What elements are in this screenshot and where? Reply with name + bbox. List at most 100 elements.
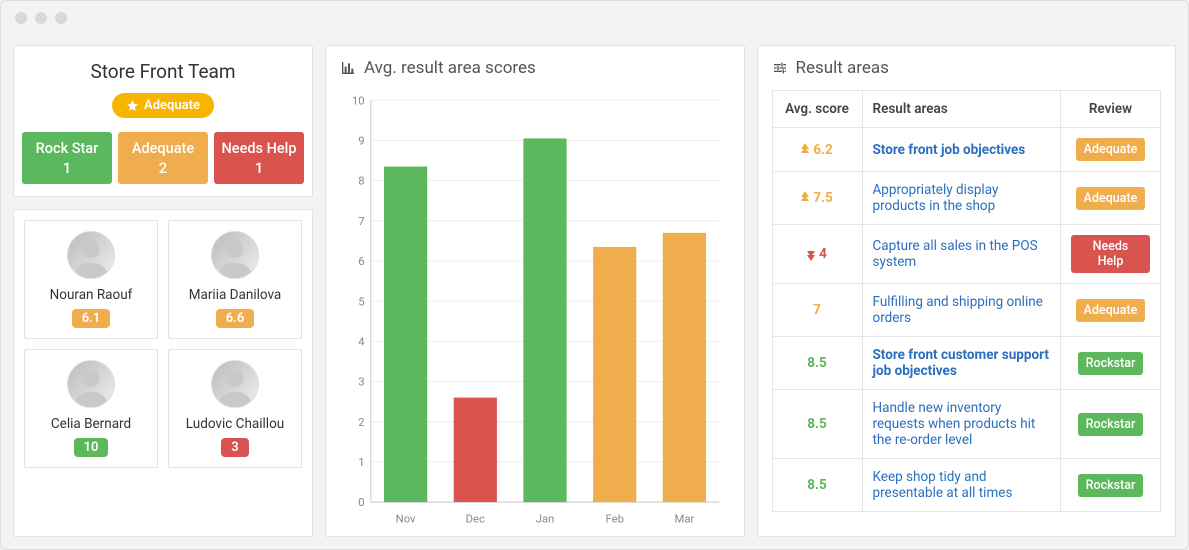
- table-row: 6.2 Store front job objectives Adequate: [772, 128, 1161, 172]
- chart-bar[interactable]: [663, 233, 706, 502]
- status-box[interactable]: Needs Help 1: [214, 132, 304, 184]
- left-column: Store Front Team Adequate Rock Star1Adeq…: [13, 45, 313, 537]
- result-area-link[interactable]: Keep shop tidy and presentable at all ti…: [873, 469, 1013, 501]
- person-name: Celia Bernard: [29, 416, 153, 432]
- window-title-bar: [1, 1, 1188, 35]
- row-review: Rockstar: [1061, 390, 1161, 459]
- svg-text:9: 9: [358, 135, 364, 148]
- team-overall-badge[interactable]: Adequate: [112, 93, 214, 118]
- result-area-link[interactable]: Handle new inventory requests when produ…: [873, 400, 1036, 448]
- row-result-area: Handle new inventory requests when produ…: [862, 390, 1061, 459]
- svg-text:7: 7: [358, 215, 364, 228]
- bar-chart-icon: [340, 60, 356, 76]
- row-avg-score: 7.5: [772, 172, 862, 225]
- row-avg-score: 8.5: [772, 390, 862, 459]
- chart-area: 012345678910NovDecJanFebMar: [326, 90, 744, 541]
- avatar: [211, 360, 259, 408]
- status-count: 1: [218, 159, 300, 179]
- svg-text:1: 1: [358, 456, 364, 469]
- col-review[interactable]: Review: [1061, 91, 1161, 128]
- person-name: Ludovic Chaillou: [173, 416, 297, 432]
- row-result-area: Fulfilling and shipping online orders: [862, 284, 1061, 337]
- app-window: Store Front Team Adequate Rock Star1Adeq…: [0, 0, 1189, 550]
- chart-section-header: Avg. result area scores: [326, 46, 744, 90]
- person-card[interactable]: Celia Bernard 10: [24, 349, 158, 468]
- review-badge[interactable]: Adequate: [1076, 187, 1146, 210]
- result-area-link[interactable]: Appropriately display products in the sh…: [873, 182, 999, 214]
- row-avg-score: 8.5: [772, 459, 862, 512]
- review-badge[interactable]: Rockstar: [1078, 474, 1144, 497]
- result-areas-card: Result areas Avg. score Result areas Rev…: [757, 45, 1177, 537]
- chart-bar[interactable]: [593, 247, 636, 502]
- row-review: Adequate: [1061, 128, 1161, 172]
- star-icon: [126, 99, 139, 112]
- chart-bar[interactable]: [523, 138, 566, 502]
- window-control-dot[interactable]: [15, 12, 27, 24]
- row-avg-score: 7: [772, 284, 862, 337]
- sliders-icon: [772, 60, 788, 76]
- svg-text:Dec: Dec: [466, 513, 485, 526]
- result-area-link[interactable]: Fulfilling and shipping online orders: [873, 294, 1043, 326]
- table-row: 7 Fulfilling and shipping online orders Ad…: [772, 284, 1161, 337]
- row-review: Rockstar: [1061, 337, 1161, 390]
- row-result-area: Capture all sales in the POS system: [862, 225, 1061, 284]
- chart-card: Avg. result area scores 012345678910NovD…: [325, 45, 745, 537]
- table-row: 8.5 Keep shop tidy and presentable at all…: [772, 459, 1161, 512]
- row-review: Adequate: [1061, 172, 1161, 225]
- row-review: Rockstar: [1061, 459, 1161, 512]
- status-summary-row: Rock Star1 Adequate 2 Needs Help 1: [22, 132, 304, 184]
- review-badge[interactable]: Adequate: [1076, 138, 1146, 161]
- team-title: Store Front Team: [22, 60, 304, 83]
- row-result-area: Store front customer support job objecti…: [862, 337, 1061, 390]
- result-area-link[interactable]: Capture all sales in the POS system: [873, 238, 1038, 270]
- window-control-dot[interactable]: [35, 12, 47, 24]
- avatar: [211, 231, 259, 279]
- results-table-wrap: Avg. score Result areas Review 6.2 Store …: [758, 90, 1176, 526]
- review-badge[interactable]: Needs Help: [1071, 235, 1150, 273]
- person-score: 6.6: [216, 309, 255, 328]
- row-avg-score: 4: [772, 225, 862, 284]
- row-avg-score: 8.5: [772, 337, 862, 390]
- chart-section-title: Avg. result area scores: [364, 58, 536, 78]
- row-review: Needs Help: [1061, 225, 1161, 284]
- person-card[interactable]: Mariia Danilova6.6: [168, 220, 302, 339]
- row-result-area: Store front job objectives: [862, 128, 1061, 172]
- row-review: Adequate: [1061, 284, 1161, 337]
- table-row: 8.5Handle new inventory requests when pr…: [772, 390, 1161, 459]
- status-label: Adequate: [132, 140, 194, 157]
- svg-text:Nov: Nov: [396, 513, 416, 526]
- row-result-area: Appropriately display products in the sh…: [862, 172, 1061, 225]
- table-row: 8.5 Store front customer support job obje…: [772, 337, 1161, 390]
- status-count: 2: [122, 159, 204, 179]
- svg-text:3: 3: [358, 376, 364, 389]
- col-avg-score[interactable]: Avg. score: [772, 91, 862, 128]
- svg-text:5: 5: [358, 295, 364, 308]
- col-result-areas[interactable]: Result areas: [862, 91, 1061, 128]
- review-badge[interactable]: Adequate: [1076, 299, 1146, 322]
- review-badge[interactable]: Rockstar: [1078, 352, 1144, 375]
- status-label: Needs Help: [222, 140, 297, 157]
- result-area-link[interactable]: Store front job objectives: [873, 142, 1026, 158]
- status-box[interactable]: Rock Star1: [22, 132, 112, 184]
- review-badge[interactable]: Rockstar: [1078, 413, 1144, 436]
- person-score: 10: [74, 438, 109, 457]
- avatar: [67, 360, 115, 408]
- result-area-link[interactable]: Store front customer support job objecti…: [873, 347, 1049, 379]
- person-card[interactable]: Nouran Raouf6.1: [24, 220, 158, 339]
- svg-text:Mar: Mar: [675, 513, 695, 526]
- svg-text:Feb: Feb: [605, 513, 623, 526]
- row-avg-score: 6.2: [772, 128, 862, 172]
- person-card[interactable]: Ludovic Chaillou3: [168, 349, 302, 468]
- svg-text:4: 4: [358, 335, 365, 348]
- chart-bar[interactable]: [384, 167, 427, 503]
- svg-text:2: 2: [358, 416, 364, 429]
- svg-text:8: 8: [358, 175, 364, 188]
- status-box[interactable]: Adequate 2: [118, 132, 208, 184]
- avatar: [67, 231, 115, 279]
- table-row: 4 Capture all sales in the POS system Need…: [772, 225, 1161, 284]
- results-section-header: Result areas: [758, 46, 1176, 90]
- window-control-dot[interactable]: [55, 12, 67, 24]
- chart-bar[interactable]: [454, 398, 497, 502]
- table-row: 7.5 Appropriately display products in the…: [772, 172, 1161, 225]
- bar-chart: 012345678910NovDecJanFebMar: [340, 90, 730, 531]
